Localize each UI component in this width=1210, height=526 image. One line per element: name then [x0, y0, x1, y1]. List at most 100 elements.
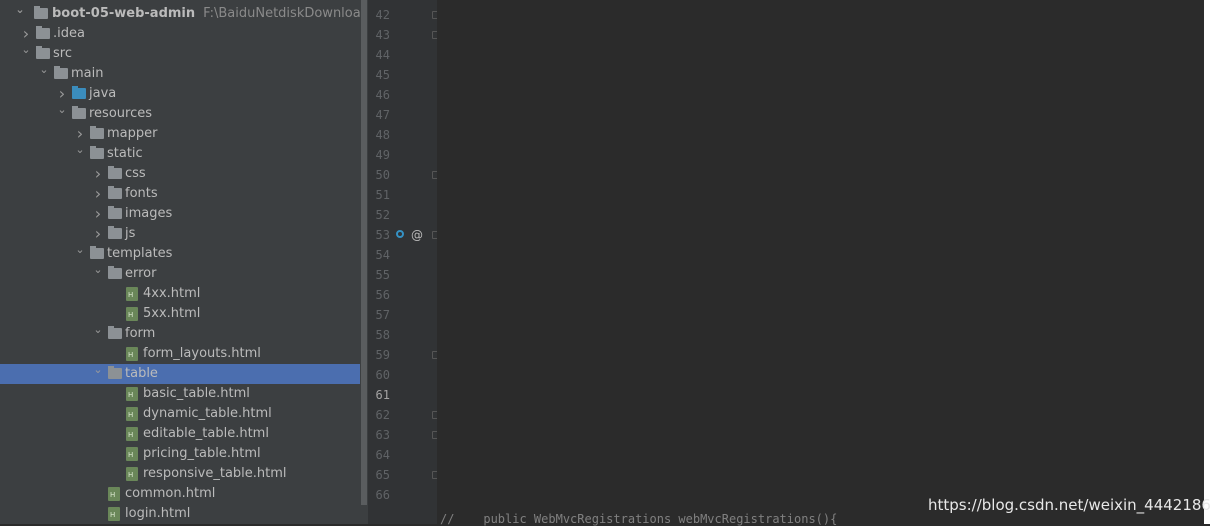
tree-item[interactable]: ⌄ error [0, 263, 360, 284]
tree-item-label: dynamic_table.html [143, 406, 272, 421]
tree-item[interactable]: › css [0, 164, 360, 184]
tree-item[interactable]: ⌄ static [0, 143, 360, 164]
tree-item[interactable]: form_layouts.html [0, 344, 360, 364]
chevron-right-icon[interactable]: › [92, 164, 104, 184]
line-number: 43 [375, 28, 390, 42]
chevron-down-icon[interactable]: ⌄ [74, 240, 86, 260]
tree-item-label: static [107, 146, 143, 161]
tree-item-label: .idea [53, 26, 85, 41]
editor-gutter: 42 43 44 45 46 47 48 49 50 51 52 53 @54 55 56 57 58 59 60 6… [368, 0, 439, 524]
tree-item-label: src [53, 46, 72, 61]
tree-item-label: main [71, 66, 104, 81]
line-number: 54 [375, 248, 390, 262]
chevron-right-icon[interactable]: › [92, 224, 104, 244]
tree-item[interactable]: login.html [0, 504, 360, 524]
chevron-down-icon[interactable]: ⌄ [56, 100, 68, 120]
folder-icon [108, 166, 122, 179]
html-file-icon [108, 487, 120, 501]
tree-item[interactable]: ⌄ resources [0, 103, 360, 124]
tree-item-label: common.html [125, 486, 216, 501]
tree-item-label: basic_table.html [143, 386, 250, 401]
tree-item-label: form_layouts.html [143, 346, 261, 361]
html-file-icon [126, 387, 138, 401]
line-number: 65 [375, 468, 390, 482]
tree-item-label: fonts [125, 186, 158, 201]
folder-icon [54, 66, 68, 79]
line-number: 63 [375, 428, 390, 442]
tree-item-label: editable_table.html [143, 426, 269, 441]
line-number: 50 [375, 168, 390, 182]
folder-icon [90, 146, 104, 159]
tree-item[interactable]: › .idea [0, 24, 360, 44]
line-number: 60 [375, 368, 390, 382]
module-folder-icon [34, 6, 48, 19]
line-number: 51 [375, 188, 390, 202]
tree-item-label: mapper [107, 126, 158, 141]
tree-item[interactable]: 5xx.html [0, 304, 360, 324]
watermark: https://blog.csdn.net/weixin_44421869 [928, 496, 1210, 514]
chevron-down-icon[interactable]: ⌄ [92, 360, 104, 380]
tree-item-label: table [125, 366, 158, 381]
line-number: 64 [375, 448, 390, 462]
tree-item[interactable]: pricing_table.html [0, 444, 360, 464]
window-edge [1204, 0, 1210, 524]
tree-item-label: error [125, 266, 157, 281]
tree-item-label: form [125, 326, 156, 341]
tree-item[interactable]: dynamic_table.html [0, 404, 360, 424]
folder-icon [108, 326, 122, 339]
line-number: 53 [375, 228, 390, 242]
chevron-right-icon[interactable]: › [92, 184, 104, 204]
tree-scrollbar[interactable] [360, 0, 368, 524]
tree-item-label: responsive_table.html [143, 466, 287, 481]
tree-item[interactable]: ⌄ table [0, 363, 360, 384]
tree-item-label: templates [107, 246, 173, 261]
tree-item[interactable]: ⌄ src [0, 43, 360, 64]
tree-item[interactable]: › java [0, 84, 360, 104]
code-editor[interactable] [437, 0, 1204, 524]
line-number: 57 [375, 308, 390, 322]
html-file-icon [126, 447, 138, 461]
chevron-right-icon[interactable]: › [92, 204, 104, 224]
html-file-icon [126, 467, 138, 481]
tree-item-label: images [125, 206, 173, 221]
html-file-icon [126, 347, 138, 361]
line-number: 52 [375, 208, 390, 222]
project-path: F:\BaiduNetdiskDownload\JVM课 [203, 6, 360, 21]
tree-item[interactable]: common.html [0, 484, 360, 504]
tree-item[interactable]: 4xx.html [0, 284, 360, 304]
folder-icon [108, 186, 122, 199]
tree-item[interactable]: basic_table.html [0, 384, 360, 404]
line-number: 56 [375, 288, 390, 302]
tree-item[interactable]: › fonts [0, 184, 360, 204]
tree-item-label: pricing_table.html [143, 446, 261, 461]
chevron-down-icon[interactable]: ⌄ [14, 0, 26, 20]
folder-icon [90, 246, 104, 259]
tree-item-label: css [125, 166, 146, 181]
tree-root-row[interactable]: ⌄ boot-05-web-admin F:\BaiduNetdiskDownloa… [0, 3, 360, 24]
html-file-icon [126, 307, 138, 321]
html-file-icon [126, 407, 138, 421]
chevron-down-icon[interactable]: ⌄ [92, 260, 104, 280]
line-number: 45 [375, 68, 390, 82]
tree-item[interactable]: › images [0, 204, 360, 224]
chevron-down-icon[interactable]: ⌄ [20, 40, 32, 60]
implementing-method-icon[interactable] [396, 230, 404, 238]
tree-item[interactable]: ⌄ templates [0, 243, 360, 264]
folder-icon [36, 26, 50, 39]
line-number: 48 [375, 128, 390, 142]
tree-item[interactable]: › mapper [0, 124, 360, 144]
resources-folder-icon [72, 106, 86, 119]
tree-root-label: boot-05-web-admin F:\BaiduNetdiskDownload… [52, 4, 360, 24]
tree-item[interactable]: ⌄ main [0, 63, 360, 84]
tree-item[interactable]: editable_table.html [0, 424, 360, 444]
project-name: boot-05-web-admin [52, 6, 196, 21]
tree-item[interactable]: › js [0, 224, 360, 244]
line-number: 44 [375, 48, 390, 62]
tree-item[interactable]: responsive_table.html [0, 464, 360, 484]
chevron-down-icon[interactable]: ⌄ [38, 60, 50, 80]
chevron-down-icon[interactable]: ⌄ [74, 140, 86, 160]
chevron-down-icon[interactable]: ⌄ [92, 320, 104, 340]
tree-scrollbar-thumb[interactable] [361, 0, 367, 505]
tree-item[interactable]: ⌄ form [0, 323, 360, 344]
html-file-icon [108, 507, 120, 521]
